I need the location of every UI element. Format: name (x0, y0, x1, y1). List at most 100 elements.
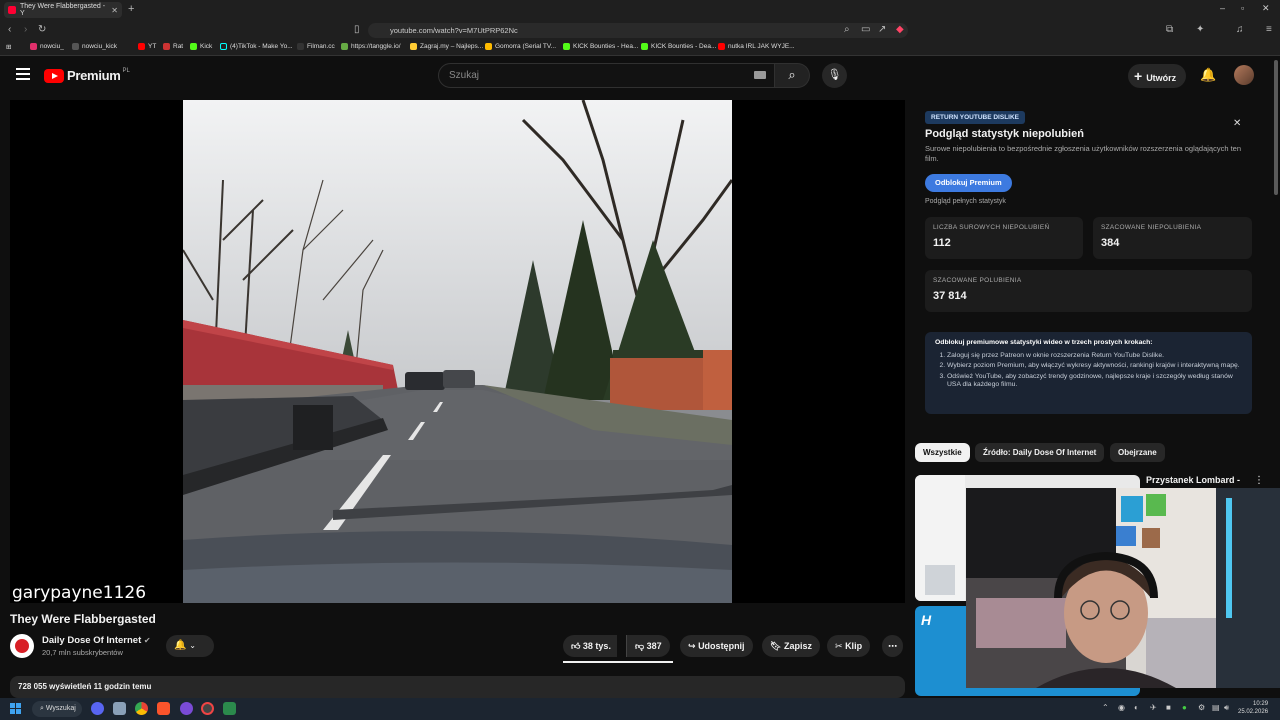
step-item: Wybierz poziom Premium, aby włączyć wykr… (947, 362, 1242, 371)
browser-tab-active[interactable]: They Were Flabbergasted - Y ✕ (4, 2, 122, 18)
save-button[interactable]: 🔖︎ Zapisz (762, 635, 820, 657)
search-icon: ⌕ (40, 705, 44, 712)
brave-shield-icon[interactable]: ◆ (896, 24, 904, 35)
windows-start-icon[interactable] (10, 703, 22, 715)
create-button[interactable]: + Utwórz (1128, 64, 1186, 88)
bookmarks-bar: ⊞ nowciu_ nowciu_kick YT Rat Kick (4)Tik… (0, 40, 1280, 56)
app-icon[interactable] (201, 702, 214, 715)
webcam-scene (966, 488, 1280, 688)
apps-icon[interactable]: ⊞ (6, 43, 11, 51)
forward-icon[interactable]: › (24, 24, 27, 35)
network-icon[interactable]: ▤ (1212, 703, 1220, 712)
app-icon[interactable] (113, 702, 126, 715)
bookmark-item[interactable]: KICK Bounties - Dea... (641, 43, 716, 50)
stat-raw-dislikes: LICZBA SUROWYCH NIEPOLUBIEŃ 112 (925, 217, 1083, 259)
minimize-icon[interactable]: – (1220, 3, 1225, 13)
chip-watched[interactable]: Obejrzane (1110, 443, 1165, 462)
thumbs-up-icon: 👍︎ (571, 641, 581, 651)
close-icon[interactable]: ✕ (1233, 118, 1241, 129)
bookmark-item[interactable]: (4)TikTok - Make Yo... (220, 43, 293, 50)
volume-icon[interactable]: 🔊︎ (1224, 703, 1229, 713)
tray-app-icon[interactable]: ◉ (1118, 703, 1125, 712)
tray-app-icon[interactable]: ✈ (1150, 703, 1157, 712)
unlock-premium-button[interactable]: Odblokuj Premium (925, 174, 1012, 192)
share-button[interactable]: ↪ Udostępnij (680, 635, 753, 657)
bookmark-item[interactable]: Gomorra (Serial TV... (485, 43, 556, 50)
youtube-logo[interactable]: Premium PL (44, 68, 130, 83)
browser-tab-bar: They Were Flabbergasted - Y ✕ + – ▫ ✕ (0, 0, 1280, 20)
bookmark-item[interactable]: Zagraj.my – Najleps... (410, 43, 483, 50)
tray-app-icon[interactable]: ● (1182, 703, 1187, 712)
voice-search-icon[interactable]: 🎙 (822, 63, 847, 88)
extensions-icon[interactable]: ✦ (1196, 24, 1204, 35)
more-icon: ⋯ (888, 641, 897, 651)
bookmark-item[interactable]: KICK Bounties - Hea... (563, 43, 638, 50)
bookmark-item[interactable]: nutka IRL JAK WYJE... (718, 43, 795, 50)
step-item: Zaloguj się przez Patreon w oknie rozsze… (947, 352, 1242, 361)
bookmark-item[interactable]: YT (138, 43, 156, 50)
windows-taskbar: ⌕ Wyszukaj ⌃ ◉ ◐ ✈ ■ ● ⚙ ▤ 🔊︎ 10:29 25.0… (0, 698, 1280, 720)
full-stats-link[interactable]: Podgląd pełnych statystyk (925, 198, 1006, 205)
taskbar-search[interactable]: ⌕ Wyszukaj (32, 701, 82, 717)
ryd-panel: RETURN YOUTUBE DISLIKE ✕ Podgląd statyst… (915, 100, 1265, 426)
chrome-icon[interactable] (135, 702, 148, 715)
window-close-icon[interactable]: ✕ (1262, 3, 1270, 14)
brave-icon[interactable] (157, 702, 170, 715)
hamburger-menu-icon[interactable] (16, 68, 30, 80)
bookmark-item[interactable]: https://tanggle.io/ (341, 43, 401, 50)
more-vert-icon[interactable]: ⋮ (1254, 475, 1264, 486)
search-input[interactable]: Szukaj (438, 63, 775, 88)
views-and-date: 728 055 wyświetleń 11 godzin temu (18, 682, 152, 691)
tray-chevron-icon[interactable]: ⌃ (1102, 703, 1109, 712)
ryd-title: Podgląd statystyk niepolubień (925, 128, 1084, 140)
tray-app-icon[interactable]: ⚙ (1198, 703, 1205, 712)
tab-close-icon[interactable]: ✕ (111, 6, 118, 15)
chip-source[interactable]: Źródło: Daily Dose Of Internet (975, 443, 1105, 462)
reload-icon[interactable]: ↻ (38, 24, 46, 35)
subscription-bell-button[interactable]: 🔔 ⌄ (166, 635, 214, 657)
channel-name[interactable]: Daily Dose Of Internet ✔ (42, 635, 151, 646)
bookmark-item[interactable]: nowciu_ (30, 43, 64, 50)
maximize-icon[interactable]: ▫ (1241, 3, 1244, 13)
app-icon[interactable] (223, 702, 236, 715)
tray-app-icon[interactable]: ◐ (1134, 703, 1139, 712)
music-icon[interactable]: ♫ (1236, 24, 1244, 35)
menu-icon[interactable]: ≡ (1266, 24, 1272, 35)
bookmark-item[interactable]: Filman.cc (297, 43, 335, 50)
ryd-description: Surowe niepolubienia to bezpośrednie zgł… (925, 144, 1242, 163)
recommendation-title[interactable]: Przystanek Lombard - (1146, 475, 1240, 485)
back-icon[interactable]: ‹ (8, 24, 11, 35)
video-player[interactable]: garypayne1126 (10, 100, 905, 603)
dashcam-road-scene (183, 100, 732, 603)
webcam-overlay (966, 488, 1280, 688)
url-text: youtube.com/watch?v=M7UtPRP62Nc (390, 26, 518, 35)
search-button[interactable]: ⌕ (775, 63, 810, 88)
bookmark-item[interactable]: Kick (190, 43, 212, 50)
extension-icon[interactable]: ⧉ (1166, 24, 1173, 35)
notifications-bell-icon[interactable]: 🔔 (1200, 67, 1216, 83)
like-button[interactable]: 👍︎ 38 tys. (563, 635, 617, 657)
more-actions-button[interactable]: ⋯ (882, 635, 903, 657)
zoom-icon[interactable]: ⌕ (844, 24, 850, 35)
share-icon: ↪ (688, 641, 696, 651)
new-tab-icon[interactable]: + (128, 3, 134, 15)
account-avatar[interactable] (1234, 65, 1254, 85)
bookmark-item[interactable]: nowciu_kick (72, 43, 117, 50)
chip-all[interactable]: Wszystkie (915, 443, 970, 462)
app-icon[interactable] (180, 702, 193, 715)
system-clock[interactable]: 10:29 25.02.2026 (1238, 700, 1268, 716)
share-page-icon[interactable]: ↗ (878, 24, 886, 35)
page-scrollbar[interactable] (1274, 60, 1278, 195)
clip-button[interactable]: ✂ Klip (827, 635, 871, 657)
bookmark-item[interactable]: Rat (163, 43, 183, 50)
screen-icon[interactable]: ▭ (861, 24, 870, 35)
address-bar[interactable]: youtube.com/watch?v=M7UtPRP62Nc (368, 23, 908, 38)
tray-app-icon[interactable]: ■ (1166, 703, 1171, 712)
keyboard-icon[interactable] (754, 71, 766, 79)
scissors-icon: ✂ (835, 641, 843, 651)
bookmark-icon[interactable]: ▯ (354, 24, 360, 35)
dislike-button[interactable]: 👎︎ 387 (626, 635, 670, 657)
channel-avatar[interactable] (10, 634, 34, 658)
discord-icon[interactable] (91, 702, 104, 715)
description-box[interactable]: 728 055 wyświetleń 11 godzin temu (10, 676, 905, 698)
